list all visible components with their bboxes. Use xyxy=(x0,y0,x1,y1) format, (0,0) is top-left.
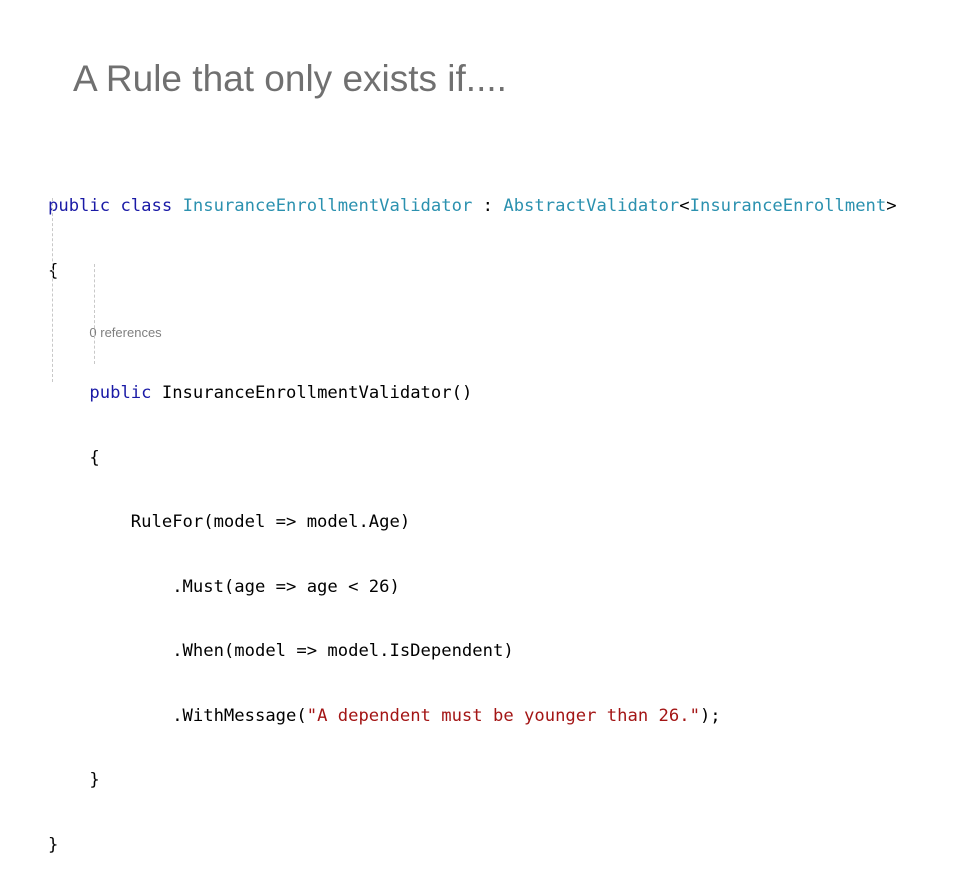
indent-guide-class xyxy=(52,198,53,382)
keyword-public: public xyxy=(48,196,111,216)
code-block: public class InsuranceEnrollmentValidato… xyxy=(48,154,897,877)
ctor-close-brace-line: } xyxy=(48,768,897,793)
open-brace: { xyxy=(48,260,59,281)
constructor-name: InsuranceEnrollmentValidator() xyxy=(161,383,473,403)
withmessage-line: .WithMessage("A dependent must be younge… xyxy=(48,704,897,729)
withmessage-end: ); xyxy=(699,705,721,726)
code-lens-line: 0 references xyxy=(48,323,897,341)
close-brace: } xyxy=(89,770,100,790)
when-line: .When(model => model.IsDependent) xyxy=(48,639,897,664)
keyword-class: class xyxy=(120,196,173,216)
class-close-brace-line: } xyxy=(48,833,897,858)
generic-open: < xyxy=(679,196,690,216)
must-line: .Must(age => age < 26) xyxy=(48,575,897,600)
close-brace: } xyxy=(48,834,59,855)
constructor-declaration-line: public InsuranceEnrollmentValidator() xyxy=(48,381,897,406)
class-declaration-line: public class InsuranceEnrollmentValidato… xyxy=(48,194,897,219)
class-name: InsuranceEnrollmentValidator xyxy=(182,196,473,216)
message-string: "A dependent must be younger than 26." xyxy=(306,705,700,726)
keyword-public: public xyxy=(89,383,152,403)
class-open-brace-line: { xyxy=(48,259,897,284)
open-brace: { xyxy=(89,447,100,468)
withmessage-call: .WithMessage( xyxy=(172,705,307,726)
must-call: .Must(age => age < 26) xyxy=(172,576,400,597)
slide-title: A Rule that only exists if.... xyxy=(73,58,507,99)
rulefor-call: RuleFor(model => model.Age) xyxy=(130,512,411,532)
indent-guide-ctor xyxy=(94,264,95,364)
base-type: AbstractValidator xyxy=(503,196,680,216)
when-call: .When(model => model.IsDependent) xyxy=(172,641,514,661)
rulefor-line: RuleFor(model => model.Age) xyxy=(48,510,897,535)
generic-close: > xyxy=(886,196,897,216)
code-lens-references[interactable]: 0 references xyxy=(89,325,161,340)
ctor-open-brace-line: { xyxy=(48,446,897,471)
colon: : xyxy=(472,196,504,216)
generic-arg: InsuranceEnrollment xyxy=(689,196,887,216)
